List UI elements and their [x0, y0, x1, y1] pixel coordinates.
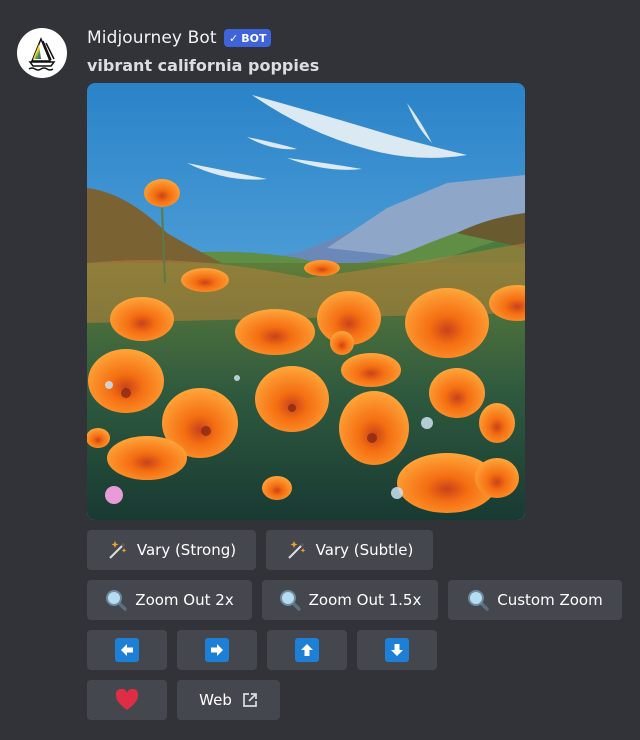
zoom-out-1-5x-label: Zoom Out 1.5x [308, 591, 422, 609]
verified-check-icon: ✓ [229, 31, 239, 45]
external-link-icon [242, 692, 258, 708]
prompt-text: vibrant california poppies [87, 56, 320, 75]
web-label: Web [199, 691, 232, 709]
vary-strong-button[interactable]: Vary (Strong) [87, 530, 256, 570]
custom-zoom-label: Custom Zoom [497, 591, 603, 609]
magnifier-icon [105, 589, 128, 611]
magic-wand-icon [286, 539, 308, 561]
bot-badge-label: BOT [241, 31, 267, 45]
zoom-out-2x-label: Zoom Out 2x [135, 591, 234, 609]
vary-subtle-label: Vary (Subtle) [315, 541, 414, 559]
arrow-down-icon [385, 638, 409, 662]
pan-left-button[interactable] [87, 630, 167, 670]
pan-down-button[interactable] [357, 630, 437, 670]
pan-up-button[interactable] [267, 630, 347, 670]
sailboat-logo-icon [28, 37, 56, 71]
arrow-up-icon [295, 638, 319, 662]
favorite-button[interactable] [87, 680, 167, 720]
magic-wand-icon [107, 539, 129, 561]
magnifier-icon [467, 589, 489, 611]
poppies-painting [87, 83, 525, 520]
pan-right-button[interactable] [177, 630, 257, 670]
vary-subtle-button[interactable]: Vary (Subtle) [266, 530, 433, 570]
avatar[interactable] [17, 28, 67, 78]
vary-strong-label: Vary (Strong) [136, 541, 237, 559]
bot-badge: ✓ BOT [224, 29, 272, 47]
zoom-out-1-5x-button[interactable]: Zoom Out 1.5x [262, 580, 438, 620]
zoom-out-2x-button[interactable]: Zoom Out 2x [87, 580, 252, 620]
web-link-button[interactable]: Web [177, 680, 280, 720]
heart-icon [115, 689, 139, 711]
magnifier-icon [279, 589, 301, 611]
arrow-right-icon [205, 638, 229, 662]
author-name[interactable]: Midjourney Bot [87, 28, 217, 48]
custom-zoom-button[interactable]: Custom Zoom [448, 580, 622, 620]
arrow-left-icon [115, 638, 139, 662]
generated-image[interactable] [87, 83, 525, 520]
